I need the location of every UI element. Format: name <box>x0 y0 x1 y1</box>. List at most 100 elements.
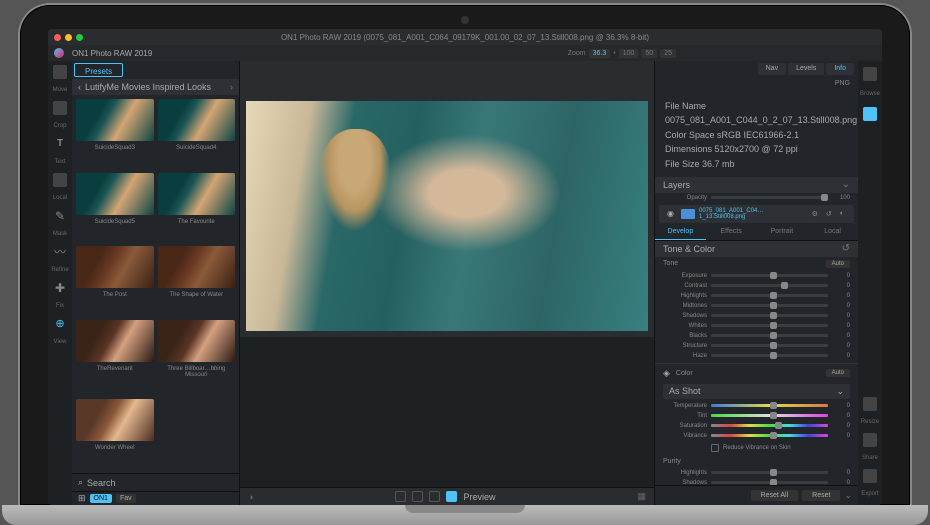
reset-button[interactable]: Reset <box>802 490 840 501</box>
preview-image[interactable] <box>246 101 648 331</box>
preset-thumb <box>158 246 236 288</box>
reduce-vibrance-checkbox[interactable] <box>711 444 719 452</box>
zoom-preset-100[interactable]: 100 <box>619 49 639 58</box>
expand-icon[interactable]: ⊞ <box>78 493 86 504</box>
canvas-footer: ◑ Preview ▦ <box>240 487 654 505</box>
slider-label: Blacks <box>663 333 707 339</box>
develop-subtab[interactable]: Develop <box>655 225 706 240</box>
reset-all-button[interactable]: Reset All <box>751 490 799 501</box>
preset-2[interactable]: SuicideSquad5 <box>76 173 154 243</box>
crop-tool[interactable] <box>53 101 67 115</box>
info-tab[interactable]: Info <box>826 63 854 75</box>
preset-3[interactable]: The Favourite <box>158 173 236 243</box>
view-mode-2[interactable] <box>412 491 423 502</box>
fav-filter[interactable]: Fav <box>116 494 136 503</box>
preset-4[interactable]: The Post <box>76 246 154 316</box>
chevron-down-icon[interactable]: ⌄ <box>844 490 852 501</box>
mask-tool[interactable]: ✎ <box>53 209 67 223</box>
whites-slider[interactable] <box>711 324 828 327</box>
white-balance-select[interactable]: As Shot⌄ <box>663 384 850 399</box>
eye-icon[interactable]: ◉ <box>667 209 677 218</box>
auto-tone-button[interactable]: Auto <box>826 260 850 268</box>
slider-value: 0 <box>832 293 850 299</box>
shadows-slider[interactable] <box>711 481 828 484</box>
preset-1[interactable]: SuicideSquad4 <box>158 99 236 169</box>
temperature-slider[interactable] <box>711 404 828 407</box>
preset-category-dropdown[interactable]: ‹ LutifyMe Movies Inspired Looks › <box>72 79 239 95</box>
preset-8[interactable]: Wonder Wheel <box>76 399 154 469</box>
mask-icon[interactable]: ◐ <box>838 210 846 217</box>
levels-tab[interactable]: Levels <box>788 63 824 75</box>
resize-label: Resize <box>859 419 881 425</box>
nav-tab[interactable]: Nav <box>758 63 786 75</box>
preset-thumb <box>76 99 154 141</box>
slider-label: Highlights <box>663 293 707 299</box>
close-icon[interactable] <box>54 34 61 41</box>
local-subtab[interactable]: Local <box>807 225 858 240</box>
preset-6[interactable]: TheRevenant <box>76 320 154 396</box>
move-tool[interactable] <box>53 65 67 79</box>
layer-row[interactable]: ◉ 0075_081_A001_C04…1_13.Still008.png ⚙ … <box>659 205 854 223</box>
tint-slider[interactable] <box>711 414 828 417</box>
adjustments-scroll[interactable]: Tone & Color↺ Tone Auto Exposure0Contras… <box>655 241 858 485</box>
layer-thumb <box>681 209 695 219</box>
browse-module[interactable] <box>863 67 877 81</box>
midtones-slider[interactable] <box>711 304 828 307</box>
portrait-subtab[interactable]: Portrait <box>757 225 808 240</box>
preset-5[interactable]: The Shape of Water <box>158 246 236 316</box>
text-tool[interactable]: T <box>53 137 67 151</box>
haze-slider[interactable] <box>711 354 828 357</box>
vibrance-slider[interactable] <box>711 434 828 437</box>
highlights-slider[interactable] <box>711 294 828 297</box>
on1-filter[interactable]: ON1 <box>90 494 112 503</box>
share-button[interactable] <box>863 433 877 447</box>
minimize-icon[interactable] <box>65 34 72 41</box>
contrast-slider[interactable] <box>711 284 828 287</box>
view-tool[interactable]: ⊕ <box>53 317 67 331</box>
laptop-frame: ON1 Photo RAW 2019 (0075_081_A001_C064_0… <box>20 5 910 505</box>
toolbar: ON1 Photo RAW 2019 Zoom 36.3 • 100 50 25 <box>48 45 882 61</box>
opacity-slider[interactable] <box>711 196 828 199</box>
zoom-preset-50[interactable]: 50 <box>641 49 657 58</box>
eyedropper-icon[interactable]: ◈ <box>663 368 670 379</box>
fix-tool[interactable]: ✚ <box>53 281 67 295</box>
presets-tab[interactable]: Presets <box>74 63 123 77</box>
effects-subtab[interactable]: Effects <box>706 225 757 240</box>
exposure-slider[interactable] <box>711 274 828 277</box>
preview-toggle[interactable] <box>446 491 457 502</box>
reset-icon[interactable]: ↺ <box>824 210 834 218</box>
structure-slider[interactable] <box>711 344 828 347</box>
reset-icon[interactable]: ↺ <box>842 243 850 254</box>
slider-label: Highlights <box>663 470 707 476</box>
window-title: ON1 Photo RAW 2019 (0075_081_A001_C064_0… <box>281 33 649 42</box>
zoom-preset-25[interactable]: 25 <box>660 49 676 58</box>
view-mode-3[interactable] <box>429 491 440 502</box>
gear-icon[interactable]: ⚙ <box>810 210 820 218</box>
slider-value: 0 <box>832 343 850 349</box>
tone-label: Tone <box>663 260 822 267</box>
local-tool[interactable] <box>53 173 67 187</box>
maximize-icon[interactable] <box>76 34 83 41</box>
search-input[interactable]: Search <box>87 478 116 488</box>
saturation-slider[interactable] <box>711 424 828 427</box>
layers-section: Layers⌄ Opacity 100 ◉ 0075_081_A001_C04…… <box>655 177 858 225</box>
view-mode-1[interactable] <box>395 491 406 502</box>
text-tool-label: Text <box>50 159 70 165</box>
preset-0[interactable]: SuicideSquad3 <box>76 99 154 169</box>
shadows-slider[interactable] <box>711 314 828 317</box>
resize-module[interactable] <box>863 397 877 411</box>
zoom-value[interactable]: 36.3 <box>589 49 611 58</box>
blacks-slider[interactable] <box>711 334 828 337</box>
tone-color-header[interactable]: Tone & Color↺ <box>655 241 858 257</box>
export-button[interactable] <box>863 469 877 483</box>
preset-thumb <box>76 246 154 288</box>
preset-7[interactable]: Three Billboar…bbing Missouri <box>158 320 236 396</box>
highlights-slider[interactable] <box>711 471 828 474</box>
edit-module[interactable] <box>863 107 877 121</box>
soft-proof-icon[interactable]: ◑ <box>248 492 253 502</box>
refine-tool[interactable]: 〰 <box>53 245 67 259</box>
auto-color-button[interactable]: Auto <box>826 369 850 377</box>
mask-preview-icon[interactable]: ▦ <box>637 491 646 502</box>
preset-thumb <box>158 173 236 215</box>
layers-header[interactable]: Layers⌄ <box>655 177 858 193</box>
